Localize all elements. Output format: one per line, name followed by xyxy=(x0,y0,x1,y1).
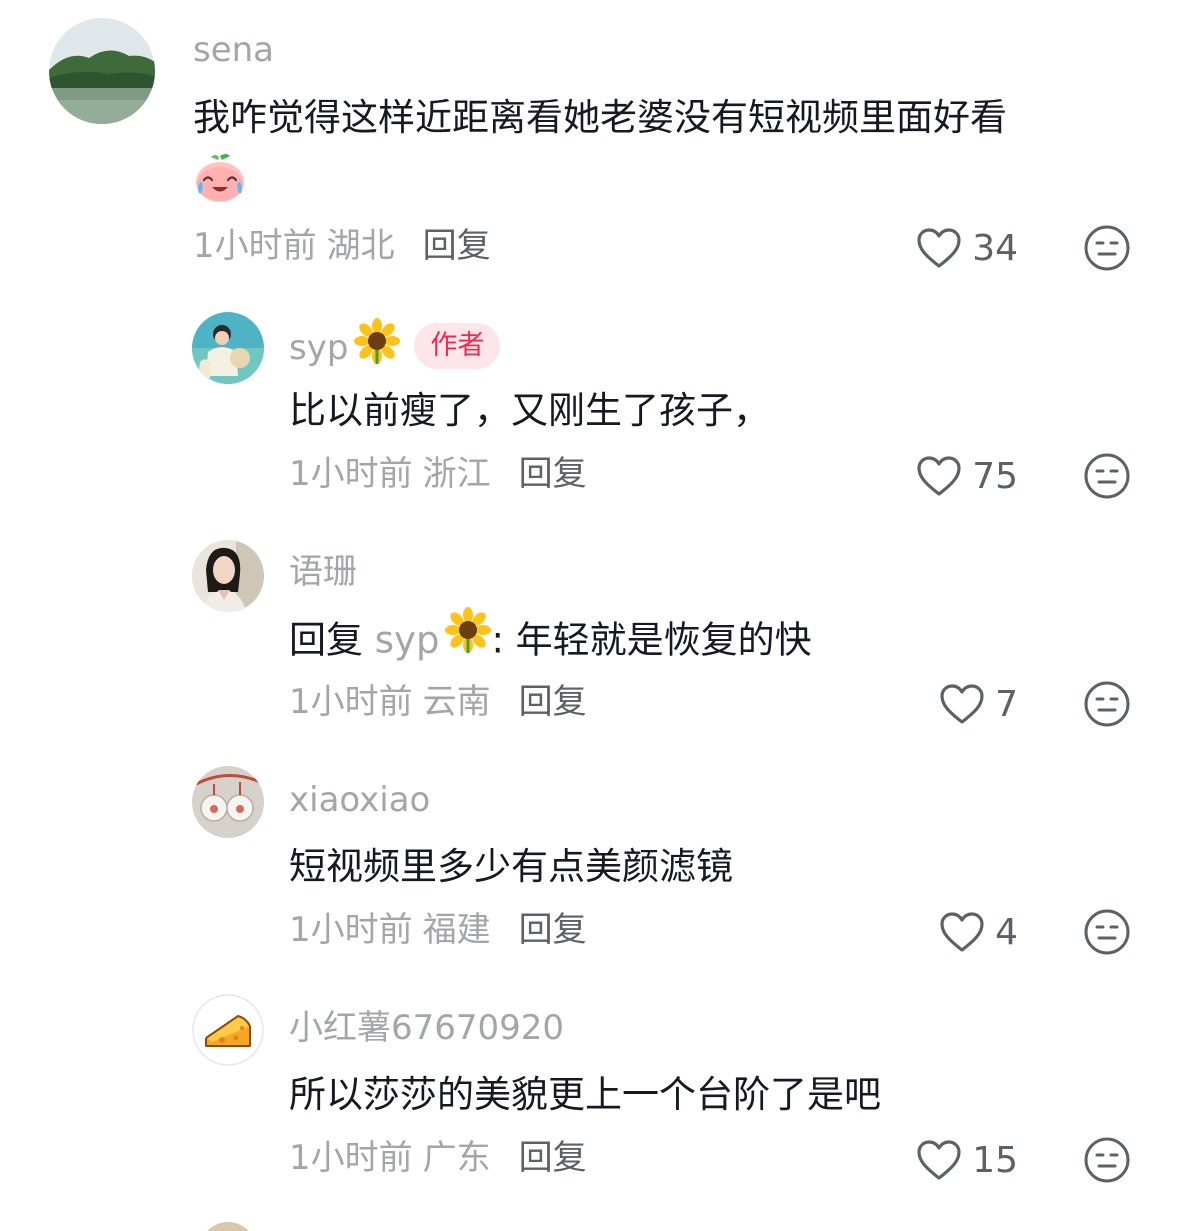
sunflower-icon xyxy=(445,607,492,669)
meh-face-icon xyxy=(1084,681,1130,727)
username-row: syp 作者 xyxy=(289,318,501,377)
comment-location: 云南 xyxy=(422,682,491,722)
username[interactable]: xiaoxiao xyxy=(289,780,430,820)
heart-icon xyxy=(940,912,984,952)
reply-button[interactable]: 回复 xyxy=(519,454,587,494)
comment-meta: 1小时前 湖北 回复 xyxy=(193,226,491,266)
like-count: 7 xyxy=(995,683,1018,725)
comment-item: 小红薯67670920 所以莎莎的美貌更上一个台阶了是吧 1小时前 广东 回复 15 xyxy=(0,976,1179,1206)
comment-meta: 1小时前 浙江 回复 xyxy=(289,454,587,494)
reply-prefix: 回复 xyxy=(289,618,363,662)
dislike-button[interactable] xyxy=(1083,1136,1131,1184)
like-button[interactable]: 75 xyxy=(818,452,1018,500)
comment-text: 比以前瘦了，又刚生了孩子， xyxy=(289,389,770,432)
heart-icon xyxy=(917,456,961,496)
heart-icon xyxy=(917,1140,961,1180)
dislike-button[interactable] xyxy=(1083,224,1131,272)
like-button[interactable]: 34 xyxy=(818,224,1018,272)
reply-target-username[interactable]: syp xyxy=(375,619,440,662)
like-count: 4 xyxy=(995,911,1018,953)
like-button[interactable]: 7 xyxy=(818,680,1018,728)
meh-face-icon xyxy=(1084,1137,1130,1183)
comment-item: sena 我咋觉得这样近距离看她老婆没有短视频里面好看 1小时前 湖北 回复 34 xyxy=(0,0,1179,290)
dislike-button[interactable] xyxy=(1083,908,1131,956)
meh-face-icon xyxy=(1084,453,1130,499)
reply-button[interactable]: 回复 xyxy=(519,1138,587,1178)
username[interactable]: 小红薯67670920 xyxy=(289,1008,564,1048)
like-button[interactable]: 4 xyxy=(818,908,1018,956)
avatar[interactable] xyxy=(192,540,264,612)
comment-meta: 1小时前 云南 回复 xyxy=(289,682,587,722)
like-button[interactable]: 15 xyxy=(818,1136,1018,1184)
username[interactable]: sena xyxy=(193,30,274,70)
comment-location: 浙江 xyxy=(422,454,491,494)
dislike-button[interactable] xyxy=(1083,680,1131,728)
avatar[interactable] xyxy=(192,994,264,1066)
avatar[interactable] xyxy=(200,1222,256,1231)
avatar[interactable] xyxy=(192,312,264,384)
reply-button[interactable]: 回复 xyxy=(519,910,587,950)
comment-item: xiaoxiao 短视频里多少有点美颜滤镜 1小时前 福建 回复 4 xyxy=(0,748,1179,976)
comment-time: 1小时前 xyxy=(289,454,413,494)
avatar[interactable] xyxy=(192,766,264,838)
crying-laughing-peach-emoji xyxy=(192,150,248,206)
comment-time: 1小时前 xyxy=(193,226,317,266)
comment-time: 1小时前 xyxy=(289,1138,413,1178)
meh-face-icon xyxy=(1084,225,1130,271)
comment-item: 语珊 回复 syp : 年轻就是恢复的快 1小时前 云南 回复 7 xyxy=(0,520,1179,748)
comment-location: 广东 xyxy=(422,1138,491,1178)
comment-meta: 1小时前 福建 回复 xyxy=(289,910,587,950)
comment-meta: 1小时前 广东 回复 xyxy=(289,1138,587,1178)
comment-time: 1小时前 xyxy=(289,910,413,950)
meh-face-icon xyxy=(1084,909,1130,955)
comment-text: 所以莎莎的美貌更上一个台阶了是吧 xyxy=(289,1073,881,1116)
comment-item: syp 作者 比以前瘦了，又刚生了孩子， 1小时前 浙江 回复 75 xyxy=(0,290,1179,520)
author-badge: 作者 xyxy=(414,322,501,369)
reply-button[interactable]: 回复 xyxy=(519,682,587,722)
comment-location: 福建 xyxy=(422,910,491,950)
comment-location: 湖北 xyxy=(326,226,395,266)
like-count: 75 xyxy=(972,455,1018,497)
username[interactable]: 语珊 xyxy=(289,552,357,592)
comment-time: 1小时前 xyxy=(289,682,413,722)
sunflower-icon xyxy=(354,318,401,373)
reply-button[interactable]: 回复 xyxy=(423,226,491,266)
dislike-button[interactable] xyxy=(1083,452,1131,500)
comment-text: 我咋觉得这样近距离看她老婆没有短视频里面好看 xyxy=(193,96,1007,139)
comment-text-row: 回复 syp : 年轻就是恢复的快 xyxy=(289,607,812,673)
comment-text: 短视频里多少有点美颜滤镜 xyxy=(289,845,733,888)
comment-text: : 年轻就是恢复的快 xyxy=(491,618,812,662)
username[interactable]: syp xyxy=(289,328,348,368)
like-count: 15 xyxy=(972,1139,1018,1181)
heart-icon xyxy=(940,684,984,724)
avatar[interactable] xyxy=(49,18,155,124)
heart-icon xyxy=(917,228,961,268)
like-count: 34 xyxy=(972,227,1018,269)
